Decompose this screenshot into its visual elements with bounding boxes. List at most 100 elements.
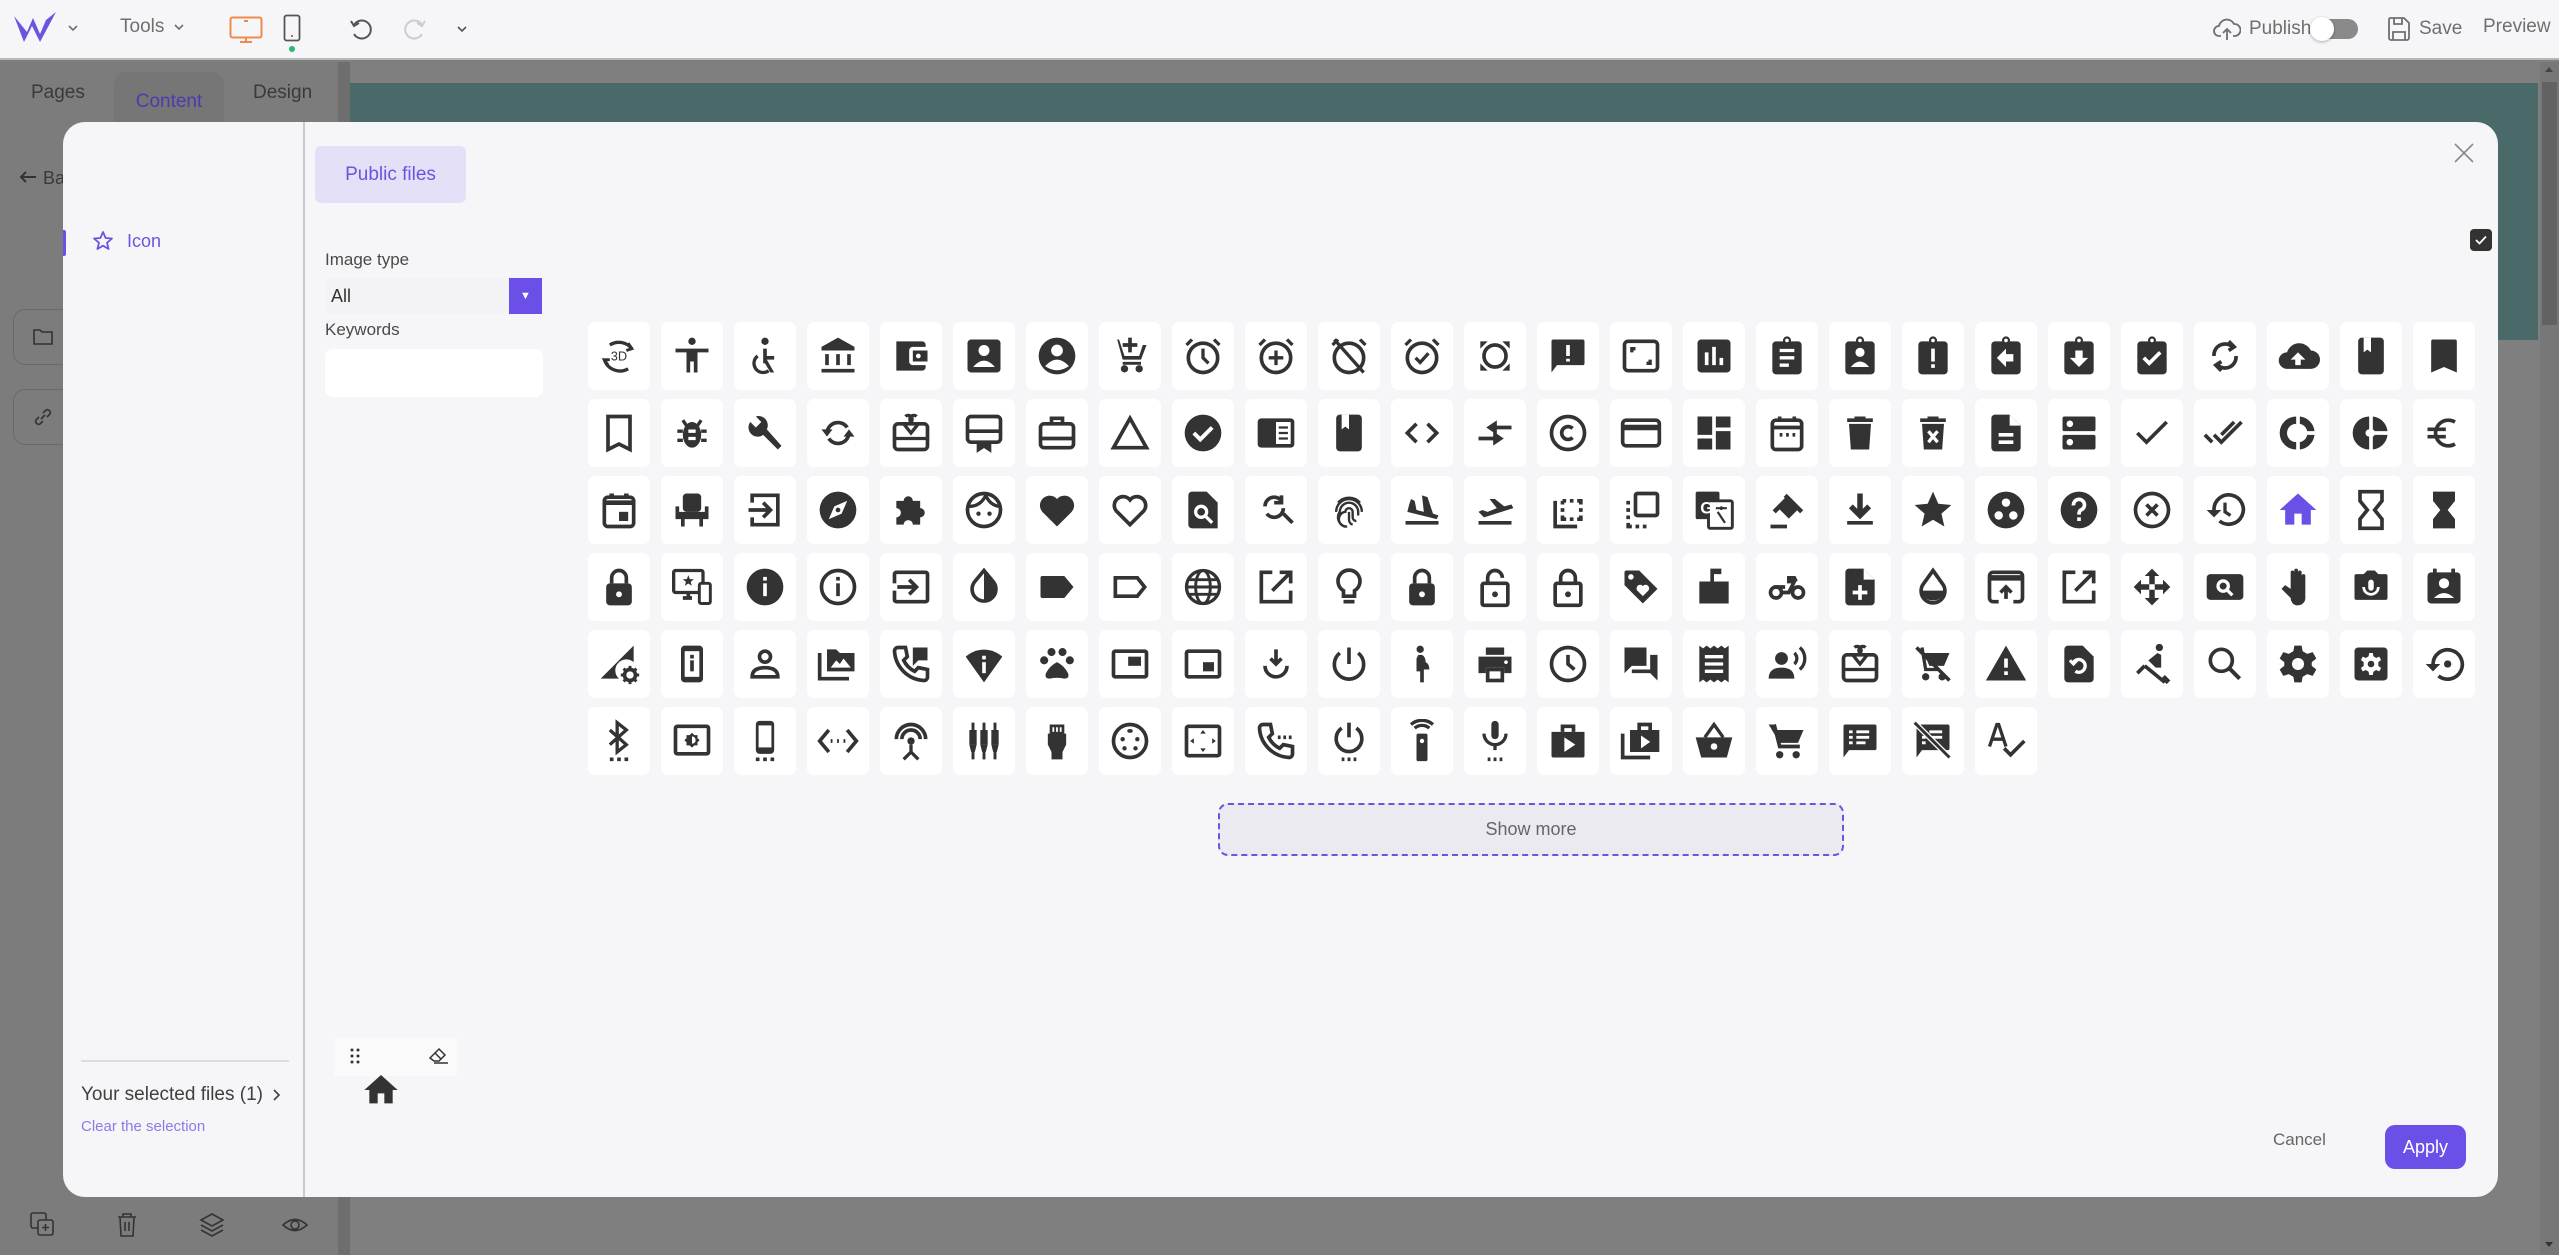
icon-tile-hourglass-empty[interactable]	[2340, 476, 2402, 544]
icon-tile-perm-scan-wifi[interactable]	[953, 630, 1015, 698]
publish-button[interactable]: Publish	[2213, 16, 2311, 42]
icon-tile-euro-symbol[interactable]	[2413, 399, 2475, 467]
icon-tile-face[interactable]	[953, 476, 1015, 544]
icon-tile-bug-report[interactable]	[661, 399, 723, 467]
icon-tile-credit-card[interactable]	[1610, 399, 1672, 467]
scroll-up-icon[interactable]	[2543, 64, 2555, 74]
icon-tile-lightbulb-outline[interactable]	[1318, 553, 1380, 621]
icon-tile-build[interactable]	[734, 399, 796, 467]
icon-tile-open-in-new[interactable]	[2048, 553, 2110, 621]
drag-handle-icon[interactable]	[347, 1046, 363, 1066]
icon-tile-redeem[interactable]	[1829, 630, 1891, 698]
icon-tile-find-in-page[interactable]	[1172, 476, 1234, 544]
icon-tile-spellcheck[interactable]	[1975, 707, 2037, 775]
icon-tile-settings-backup-restore[interactable]	[2413, 630, 2475, 698]
icon-tile-label[interactable]	[1026, 553, 1088, 621]
icon-tile-account-balance[interactable]	[807, 322, 869, 390]
icon-tile-event-seat[interactable]	[661, 476, 723, 544]
icon-tile-settings-brightness[interactable]	[661, 707, 723, 775]
eye-icon[interactable]	[280, 1210, 310, 1240]
icon-tile-pan-tool[interactable]	[2267, 553, 2329, 621]
icon-tile-autorenew[interactable]	[2194, 322, 2256, 390]
icon-tile-perm-camera-mic[interactable]	[2340, 553, 2402, 621]
icon-tile-fingerprint[interactable]	[1318, 476, 1380, 544]
icon-tile-picture-in-picture-alt[interactable]	[1172, 630, 1234, 698]
icon-tile-restore-page[interactable]	[2048, 630, 2110, 698]
icon-tile-card-membership[interactable]	[953, 399, 1015, 467]
back-link[interactable]: Ba	[18, 168, 65, 189]
icon-tile-settings-power[interactable]	[1318, 707, 1380, 775]
icon-tile-shop-two[interactable]	[1610, 707, 1672, 775]
scrollbar-thumb[interactable]	[2542, 82, 2557, 325]
eraser-icon[interactable]	[427, 1044, 451, 1066]
icon-tile-bookmark-border[interactable]	[588, 399, 650, 467]
icon-tile-important-devices[interactable]	[661, 553, 723, 621]
icon-tile-assignment-turned-in[interactable]	[2121, 322, 2183, 390]
icon-tile-perm-contact-calendar[interactable]	[2413, 553, 2475, 621]
icon-tile-explore[interactable]	[807, 476, 869, 544]
icon-tile-https[interactable]	[588, 553, 650, 621]
icon-tile-done[interactable]	[2121, 399, 2183, 467]
icon-tile-assignment-late[interactable]	[1902, 322, 1964, 390]
icon-tile-settings-voice[interactable]	[1464, 707, 1526, 775]
icon-tile-chrome-reader-mode[interactable]	[1245, 399, 1307, 467]
icon-tile-grade[interactable]	[1902, 476, 1964, 544]
icon-tile-assignment[interactable]	[1756, 322, 1818, 390]
icon-tile-description[interactable]	[1975, 399, 2037, 467]
layers-icon[interactable]	[197, 1210, 227, 1240]
icon-tile-power-settings-new[interactable]	[1318, 630, 1380, 698]
preview-button[interactable]: Preview	[2483, 16, 2551, 38]
icon-tile-backup[interactable]	[2267, 322, 2329, 390]
icon-tile-settings-input-svideo[interactable]	[1099, 707, 1161, 775]
icon-tile-add-shopping-cart[interactable]	[1099, 322, 1161, 390]
keywords-input[interactable]	[325, 349, 543, 397]
icon-tile-accessibility[interactable]	[661, 322, 723, 390]
sidebar-item-icon[interactable]: Icon	[91, 229, 161, 253]
cancel-button[interactable]: Cancel	[2273, 1130, 2326, 1150]
icon-tile-query-builder[interactable]	[1537, 630, 1599, 698]
icon-tile-info-outline[interactable]	[807, 553, 869, 621]
icon-tile-language[interactable]	[1172, 553, 1234, 621]
icon-tile-get-app[interactable]	[1829, 476, 1891, 544]
tab-design[interactable]: Design	[253, 82, 312, 104]
icon-tile-settings-applications[interactable]	[2340, 630, 2402, 698]
icon-tile-input[interactable]	[880, 553, 942, 621]
icon-tile-alarm-add[interactable]	[1245, 322, 1307, 390]
icon-tile-opacity[interactable]	[1902, 553, 1964, 621]
icon-tile-aspect-ratio[interactable]	[1610, 322, 1672, 390]
icon-tile-print[interactable]	[1464, 630, 1526, 698]
icon-tile-settings-input-component[interactable]	[953, 707, 1015, 775]
icon-tile-invert-colors[interactable]	[953, 553, 1015, 621]
desktop-view-button[interactable]	[229, 16, 263, 44]
icon-tile-assignment-ind[interactable]	[1829, 322, 1891, 390]
icon-tile-lock-open[interactable]	[1464, 553, 1526, 621]
icon-tile-settings-input-hdmi[interactable]	[1026, 707, 1088, 775]
icon-tile-flip-to-back[interactable]	[1537, 476, 1599, 544]
icon-tile-shop[interactable]	[1537, 707, 1599, 775]
select-all-checkbox[interactable]	[2470, 229, 2492, 251]
icon-tile-remove-shopping-cart[interactable]	[1902, 630, 1964, 698]
icon-tile-assignment-return[interactable]	[1975, 322, 2037, 390]
icon-tile-lock-outline[interactable]	[1537, 553, 1599, 621]
icon-tile-favorite[interactable]	[1026, 476, 1088, 544]
icon-tile-label-outline[interactable]	[1099, 553, 1161, 621]
icon-tile-date-range[interactable]	[1756, 399, 1818, 467]
icon-tile-flight-land[interactable]	[1391, 476, 1453, 544]
app-logo-menu[interactable]	[12, 10, 80, 46]
icon-tile-change-history[interactable]	[1099, 399, 1161, 467]
icon-tile-perm-identity[interactable]	[734, 630, 796, 698]
tools-menu[interactable]: Tools	[120, 16, 186, 38]
icon-tile-dns[interactable]	[2048, 399, 2110, 467]
redo-button[interactable]	[400, 15, 428, 43]
close-icon[interactable]	[2451, 140, 2477, 166]
icon-tile-exit-to-app[interactable]	[734, 476, 796, 544]
icon-tile-find-replace[interactable]	[1245, 476, 1307, 544]
icon-tile-pets[interactable]	[1026, 630, 1088, 698]
apply-button[interactable]: Apply	[2385, 1125, 2466, 1169]
icon-tile-pregnant-woman[interactable]	[1391, 630, 1453, 698]
icon-tile-note-add[interactable]	[1829, 553, 1891, 621]
icon-tile-pageview[interactable]	[2194, 553, 2256, 621]
icon-tile-settings-input-antenna[interactable]	[880, 707, 942, 775]
icon-tile-speaker-notes[interactable]	[1829, 707, 1891, 775]
icon-tile-open-in-browser[interactable]	[1975, 553, 2037, 621]
